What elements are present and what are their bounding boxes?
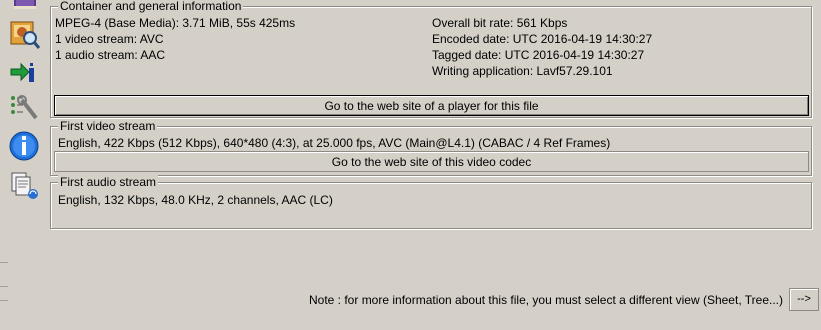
import-info-icon[interactable] <box>8 56 42 88</box>
view-note: Note : for more information about this f… <box>309 293 783 307</box>
sidebar <box>0 0 44 330</box>
encoded-date-line: Encoded date: UTC 2016-04-19 14:30:27 <box>432 32 653 46</box>
video-stream-count-line: 1 video stream: AVC <box>55 32 164 46</box>
video-stream-details: English, 422 Kbps (512 Kbps), 640*480 (4… <box>58 136 611 150</box>
documents-icon[interactable] <box>8 170 42 202</box>
next-view-button[interactable]: --> <box>789 288 819 311</box>
video-group-title: First video stream <box>58 119 158 133</box>
tagged-date-line: Tagged date: UTC 2016-04-19 14:30:27 <box>432 48 645 62</box>
container-group-title: Container and general information <box>58 0 244 13</box>
audio-stream-count-line: 1 audio stream: AAC <box>55 48 166 62</box>
container-group: Container and general information MPEG-4… <box>50 0 812 118</box>
overall-bit-rate-line: Overall bit rate: 561 Kbps <box>432 16 568 30</box>
audio-group-title: First audio stream <box>58 175 159 189</box>
video-codec-website-button[interactable]: Go to the web site of this video codec <box>54 151 809 172</box>
sidebar-divider <box>0 262 8 263</box>
media-info-icon[interactable] <box>8 18 42 50</box>
book-icon[interactable] <box>8 0 42 18</box>
audio-group: First audio stream English, 132 Kbps, 48… <box>50 175 812 229</box>
mediainfo-window: Container and general information MPEG-4… <box>0 0 821 330</box>
video-group: First video stream English, 422 Kbps (51… <box>50 119 812 176</box>
audio-stream-details: English, 132 Kbps, 48.0 KHz, 2 channels,… <box>58 193 333 207</box>
player-website-button[interactable]: Go to the web site of a player for this … <box>54 95 809 116</box>
sidebar-divider <box>0 300 8 301</box>
info-icon[interactable] <box>8 130 42 162</box>
sidebar-divider <box>0 286 8 287</box>
container-format-line: MPEG-4 (Base Media): 3.71 MiB, 55s 425ms <box>55 16 296 30</box>
writing-application-line: Writing application: Lavf57.29.101 <box>432 64 613 78</box>
tools-icon[interactable] <box>8 92 42 124</box>
